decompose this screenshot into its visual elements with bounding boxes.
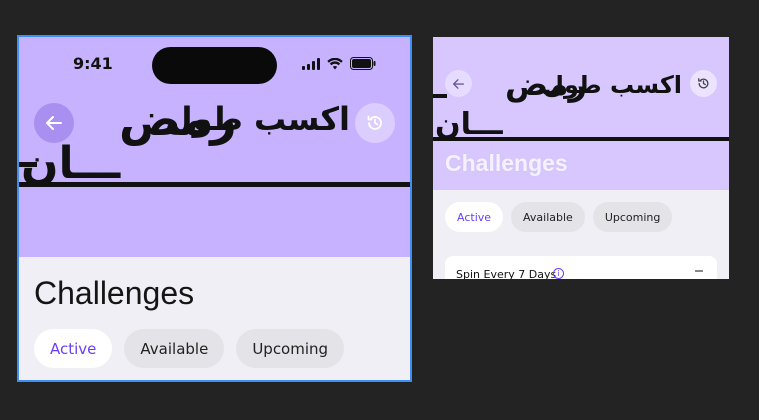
hero-arabic-stroke [433,94,447,98]
back-arrow-icon [46,116,62,130]
back-button[interactable] [34,103,74,143]
hero-banner: 9:41 رمض اكسب طول ـــان [19,37,410,257]
history-button[interactable] [355,103,395,143]
history-button[interactable] [690,70,717,97]
challenge-card-title: Spin Every 7 Days [456,268,557,279]
hero-banner: رمض اكسب طول ـــان Challenges [433,37,729,190]
status-icons [302,57,376,70]
tab-upcoming[interactable]: Upcoming [236,329,345,368]
dynamic-island [152,47,277,84]
tab-active[interactable]: Active [34,329,113,368]
history-icon [698,78,709,89]
phone-frame-small[interactable]: رمض اكسب طول ـــان Challenges Active Ava… [433,37,729,279]
tab-available[interactable]: Available [511,202,585,232]
tab-upcoming[interactable]: Upcoming [592,202,673,232]
challenge-card[interactable]: Spin Every 7 Days i [445,256,717,279]
page-title: Challenges [445,150,568,176]
challenge-tabs: Active Available Upcoming [445,202,673,232]
hero-arabic-artwork: رمض اكسب طول ـــان [19,92,410,202]
tab-available[interactable]: Available [124,329,225,368]
card-expand-icon[interactable] [695,270,703,272]
phone-frame-large[interactable]: 9:41 رمض اكسب طول ـــان Challenges Activ… [17,35,412,382]
wifi-icon [327,57,343,70]
hero-arabic-baseline [19,182,410,187]
status-time: 9:41 [73,54,113,73]
page-title: Challenges [34,275,195,311]
hero-arabic-title: اكسب طول [543,71,682,99]
signal-icon [302,57,320,70]
info-icon[interactable]: i [553,268,564,279]
hero-arabic-baseline [433,137,729,141]
back-arrow-icon [453,78,464,89]
history-icon [367,115,382,130]
back-button[interactable] [445,70,472,97]
hero-arabic-title: اكسب طول [164,100,350,138]
battery-icon [350,57,376,70]
hero-arabic-stroke [19,162,37,167]
challenge-tabs: Active Available Upcoming [34,329,345,368]
tab-active[interactable]: Active [445,202,504,232]
